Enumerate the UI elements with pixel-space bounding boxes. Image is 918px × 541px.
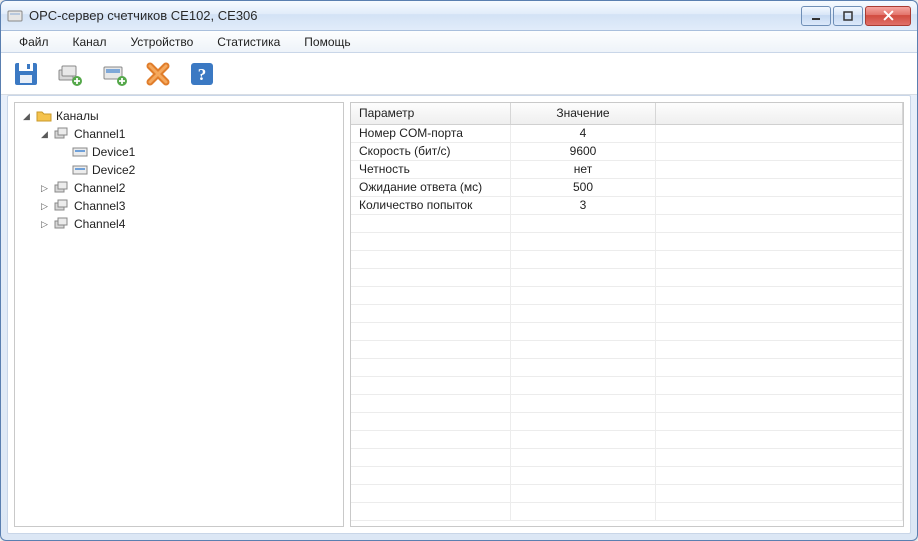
collapse-icon[interactable]: ◢ — [21, 111, 32, 122]
minimize-button[interactable] — [801, 6, 831, 26]
window-controls — [801, 6, 911, 26]
tree-channel-4[interactable]: ▷ Channel4 — [39, 215, 341, 233]
grid-row-empty — [351, 395, 903, 413]
cell-param: Скорость (бит/с) — [351, 143, 511, 160]
channel-icon — [54, 216, 70, 232]
grid-row-empty — [351, 215, 903, 233]
tree-item-label: Device2 — [92, 163, 135, 177]
cell-param: Количество попыток — [351, 197, 511, 214]
grid-row[interactable]: Количество попыток3 — [351, 197, 903, 215]
cell-value[interactable]: 500 — [511, 179, 656, 196]
add-channel-button[interactable] — [53, 57, 87, 91]
svg-text:?: ? — [198, 65, 207, 84]
menubar: Файл Канал Устройство Статистика Помощь — [1, 31, 917, 53]
channel-icon — [54, 126, 70, 142]
help-button[interactable]: ? — [185, 57, 219, 91]
grid-row-empty — [351, 233, 903, 251]
tree-root[interactable]: ◢ Каналы — [21, 107, 341, 125]
column-header-param[interactable]: Параметр — [351, 103, 511, 124]
tree-device-2[interactable]: Device2 — [57, 161, 341, 179]
grid-row-empty — [351, 269, 903, 287]
add-device-icon — [100, 60, 128, 88]
toggle-spacer — [57, 165, 68, 176]
tree-channel-2[interactable]: ▷ Channel2 — [39, 179, 341, 197]
delete-button[interactable] — [141, 57, 175, 91]
tree-item-label: Channel1 — [74, 127, 125, 141]
save-button[interactable] — [9, 57, 43, 91]
device-icon — [72, 144, 88, 160]
channel-icon — [54, 180, 70, 196]
delete-icon — [144, 60, 172, 88]
collapse-icon[interactable]: ◢ — [39, 129, 50, 140]
menu-channel[interactable]: Канал — [63, 33, 117, 51]
grid-row-empty — [351, 251, 903, 269]
grid-row-empty — [351, 485, 903, 503]
channel-icon — [54, 198, 70, 214]
properties-grid: Параметр Значение Номер COM-порта4Скорос… — [350, 102, 904, 527]
grid-row-empty — [351, 413, 903, 431]
cell-spacer — [656, 125, 903, 142]
menu-statistics[interactable]: Статистика — [207, 33, 290, 51]
grid-row-empty — [351, 341, 903, 359]
grid-header: Параметр Значение — [351, 103, 903, 125]
grid-row[interactable]: Номер COM-порта4 — [351, 125, 903, 143]
tree-device-1[interactable]: Device1 — [57, 143, 341, 161]
grid-body[interactable]: Номер COM-порта4Скорость (бит/с)9600Четн… — [351, 125, 903, 526]
cell-spacer — [656, 179, 903, 196]
titlebar: OPC-сервер счетчиков CE102, CE306 — [1, 1, 917, 31]
window-title: OPC-сервер счетчиков CE102, CE306 — [29, 8, 801, 23]
grid-row-empty — [351, 467, 903, 485]
tree-root-label: Каналы — [56, 109, 99, 123]
grid-row[interactable]: Ожидание ответа (мс)500 — [351, 179, 903, 197]
maximize-button[interactable] — [833, 6, 863, 26]
grid-row-empty — [351, 377, 903, 395]
cell-param: Номер COM-порта — [351, 125, 511, 142]
tree-item-label: Channel2 — [74, 181, 125, 195]
grid-row-empty — [351, 449, 903, 467]
menu-file[interactable]: Файл — [9, 33, 59, 51]
client-area: ◢ Каналы ◢ C — [7, 95, 911, 534]
expand-icon[interactable]: ▷ — [39, 201, 50, 212]
grid-row-empty — [351, 431, 903, 449]
grid-row[interactable]: Скорость (бит/с)9600 — [351, 143, 903, 161]
grid-row-empty — [351, 323, 903, 341]
device-icon — [72, 162, 88, 178]
column-header-value[interactable]: Значение — [511, 103, 656, 124]
toggle-spacer — [57, 147, 68, 158]
expand-icon[interactable]: ▷ — [39, 219, 50, 230]
grid-row-empty — [351, 359, 903, 377]
cell-spacer — [656, 161, 903, 178]
grid-row-empty — [351, 503, 903, 521]
expand-icon[interactable]: ▷ — [39, 183, 50, 194]
cell-value[interactable]: 4 — [511, 125, 656, 142]
tree-item-label: Channel3 — [74, 199, 125, 213]
grid-row[interactable]: Четностьнет — [351, 161, 903, 179]
tree-item-label: Channel4 — [74, 217, 125, 231]
add-device-button[interactable] — [97, 57, 131, 91]
cell-param: Четность — [351, 161, 511, 178]
grid-row-empty — [351, 305, 903, 323]
folder-icon — [36, 108, 52, 124]
cell-value[interactable]: 9600 — [511, 143, 656, 160]
grid-row-empty — [351, 287, 903, 305]
help-icon: ? — [188, 60, 216, 88]
cell-param: Ожидание ответа (мс) — [351, 179, 511, 196]
app-icon — [7, 8, 23, 24]
tree-channel-3[interactable]: ▷ Channel3 — [39, 197, 341, 215]
add-channel-icon — [56, 60, 84, 88]
tree-panel[interactable]: ◢ Каналы ◢ C — [14, 102, 344, 527]
app-window: OPC-сервер счетчиков CE102, CE306 Файл К… — [0, 0, 918, 541]
cell-spacer — [656, 197, 903, 214]
menu-help[interactable]: Помощь — [294, 33, 360, 51]
cell-spacer — [656, 143, 903, 160]
toolbar: ? — [1, 53, 917, 95]
save-icon — [12, 60, 40, 88]
column-header-spacer — [656, 103, 903, 124]
tree-channel-1[interactable]: ◢ Channel1 — [39, 125, 341, 143]
cell-value[interactable]: нет — [511, 161, 656, 178]
cell-value[interactable]: 3 — [511, 197, 656, 214]
close-button[interactable] — [865, 6, 911, 26]
tree-item-label: Device1 — [92, 145, 135, 159]
menu-device[interactable]: Устройство — [120, 33, 203, 51]
